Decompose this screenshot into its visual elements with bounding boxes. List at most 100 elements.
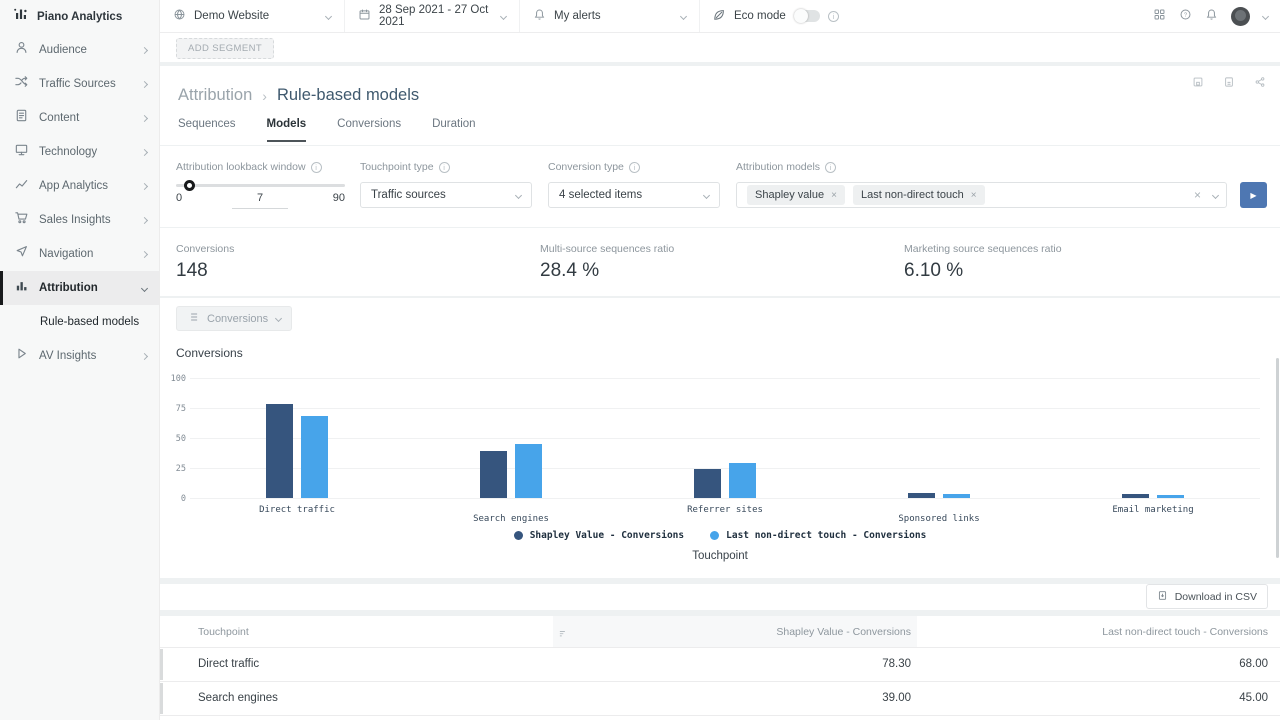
bar-shapley-value-conversions-search-engines[interactable]: [480, 451, 507, 498]
category-label-sponsored-links: Sponsored links: [854, 514, 1024, 524]
table-body: Direct traffic78.3068.00Search engines39…: [160, 648, 1280, 716]
column-header-touchpoint[interactable]: Touchpoint: [198, 626, 249, 638]
chevron-down-icon[interactable]: [1262, 13, 1269, 20]
bar-shapley-value-conversions-email-marketing[interactable]: [1122, 494, 1149, 498]
remove-chip-icon[interactable]: ×: [831, 190, 837, 201]
conversion-type-label: Conversion typei: [548, 161, 640, 173]
attribution-models-label: Attribution modelsi: [736, 161, 836, 173]
alerts-selector[interactable]: My alerts: [520, 0, 700, 32]
chevron-right-icon: [141, 46, 148, 53]
sidebar-item-sales-insights[interactable]: Sales Insights: [0, 203, 159, 237]
calendar-icon: [358, 8, 371, 24]
column-header-last-non-direct[interactable]: Last non-direct touch - Conversions: [917, 626, 1268, 638]
bar-shapley-value-conversions-referrer-sites[interactable]: [694, 469, 721, 498]
chevron-right-icon: [141, 80, 148, 87]
sidebar-item-rule-based-models[interactable]: Rule-based models: [0, 305, 159, 339]
help-icon[interactable]: ?: [1179, 8, 1192, 26]
sidebar-item-av-insights[interactable]: AV Insights: [0, 339, 159, 373]
apps-grid-icon[interactable]: [1153, 8, 1166, 26]
legend-item-last-non-direct-touch-conversions[interactable]: Last non-direct touch - Conversions: [710, 530, 926, 541]
notifications-bell-icon[interactable]: [1205, 8, 1218, 26]
tab-duration[interactable]: Duration: [432, 118, 475, 142]
sidebar-item-attribution[interactable]: Attribution: [0, 271, 159, 305]
bar-last-non-direct-touch-conversions-search-engines[interactable]: [515, 444, 542, 498]
info-icon: i: [629, 162, 640, 173]
info-icon: i: [828, 11, 839, 22]
slider-handle[interactable]: [184, 180, 195, 191]
chart-panel: Conversions Conversions 0255075100Direct…: [160, 298, 1280, 578]
save-icon[interactable]: [1192, 75, 1204, 93]
lookback-slider[interactable]: [176, 184, 345, 187]
legend-dot: [514, 531, 523, 540]
report-icon[interactable]: [1223, 75, 1235, 93]
conversion-type-select[interactable]: 4 selected items: [548, 182, 720, 208]
table-row-search-engines[interactable]: Search engines39.0045.00: [160, 682, 1280, 716]
kpi-label: Marketing source sequences ratio: [904, 243, 1062, 255]
gridline: [190, 468, 1260, 469]
site-selector[interactable]: Demo Website: [160, 0, 345, 32]
bar-last-non-direct-touch-conversions-direct-traffic[interactable]: [301, 416, 328, 498]
sidebar-item-app-analytics[interactable]: App Analytics: [0, 169, 159, 203]
share-icon[interactable]: [1254, 75, 1266, 93]
attribution-models-multiselect[interactable]: Shapley value×Last non-direct touch× ×: [736, 182, 1227, 208]
kpi-marketing-source-sequences-ratio: Marketing source sequences ratio6.10 %: [904, 243, 1062, 282]
row-indicator: [160, 649, 163, 680]
attribution-icon: [14, 278, 29, 298]
gridline: [190, 498, 1260, 499]
piano-analytics-logo-icon: [13, 6, 29, 27]
chevron-right-icon: [141, 216, 148, 223]
bar-shapley-value-conversions-direct-traffic[interactable]: [266, 404, 293, 498]
main-area: Demo Website 28 Sep 2021 - 27 Oct 2021 M…: [160, 0, 1280, 720]
sidebar-item-traffic-sources[interactable]: Traffic Sources: [0, 67, 159, 101]
bar-last-non-direct-touch-conversions-referrer-sites[interactable]: [729, 463, 756, 498]
category-label-referrer-sites: Referrer sites: [640, 505, 810, 515]
kpi-value: 148: [176, 260, 234, 282]
chevron-down-icon: [1212, 191, 1219, 198]
sidebar-nav: AudienceTraffic SourcesContentTechnology…: [0, 33, 159, 373]
kpi-conversions: Conversions148: [176, 243, 234, 282]
download-csv-button[interactable]: Download in CSV: [1146, 584, 1268, 609]
chevron-down-icon: [515, 191, 522, 198]
breadcrumb-parent[interactable]: Attribution: [178, 86, 252, 105]
clear-icon[interactable]: ×: [1194, 188, 1201, 202]
remove-chip-icon[interactable]: ×: [971, 190, 977, 201]
user-avatar[interactable]: [1231, 7, 1250, 26]
eco-mode-toggle[interactable]: [794, 10, 820, 22]
sidebar-item-navigation[interactable]: Navigation: [0, 237, 159, 271]
brand[interactable]: Piano Analytics: [0, 0, 159, 33]
bar-shapley-value-conversions-sponsored-links[interactable]: [908, 493, 935, 498]
breadcrumb-separator: ›: [262, 88, 267, 104]
category-label-direct-traffic: Direct traffic: [212, 505, 382, 515]
lookback-value-input[interactable]: 7: [232, 192, 288, 209]
run-button[interactable]: ▶: [1240, 182, 1267, 208]
page-scrollbar[interactable]: [1276, 358, 1279, 558]
technology-icon: [14, 142, 29, 162]
gridline: [190, 378, 1260, 379]
sidebar-item-technology[interactable]: Technology: [0, 135, 159, 169]
segment-bar: ADD SEGMENT: [160, 33, 1280, 62]
content-icon: [14, 108, 29, 128]
date-range-selector[interactable]: 28 Sep 2021 - 27 Oct 2021: [345, 0, 520, 32]
piano-analytics-app: Piano Analytics AudienceTraffic SourcesC…: [0, 0, 1280, 720]
add-segment-button[interactable]: ADD SEGMENT: [176, 38, 274, 59]
alerts-label: My alerts: [554, 10, 601, 22]
touchpoint-type-select[interactable]: Traffic sources: [360, 182, 532, 208]
tab-conversions[interactable]: Conversions: [337, 118, 401, 142]
sidebar-item-audience[interactable]: Audience: [0, 33, 159, 67]
model-chip-shapley-value: Shapley value×: [747, 185, 845, 205]
tab-models[interactable]: Models: [267, 118, 307, 142]
legend-item-shapley-value-conversions[interactable]: Shapley Value - Conversions: [514, 530, 684, 541]
table-row-direct-traffic[interactable]: Direct traffic78.3068.00: [160, 648, 1280, 682]
svg-text:?: ?: [1184, 12, 1187, 18]
sidebar-item-content[interactable]: Content: [0, 101, 159, 135]
bar-last-non-direct-touch-conversions-email-marketing[interactable]: [1157, 495, 1184, 498]
chevron-down-icon: [703, 191, 710, 198]
download-icon: [1157, 590, 1168, 604]
metric-selector-button[interactable]: Conversions: [176, 306, 292, 331]
kpi-value: 28.4 %: [540, 260, 674, 282]
tab-sequences[interactable]: Sequences: [178, 118, 236, 142]
bar-last-non-direct-touch-conversions-sponsored-links[interactable]: [943, 494, 970, 498]
column-header-shapley[interactable]: Shapley Value - Conversions: [553, 626, 911, 638]
eco-mode-label: Eco mode: [734, 10, 786, 22]
globe-icon: [173, 8, 186, 24]
